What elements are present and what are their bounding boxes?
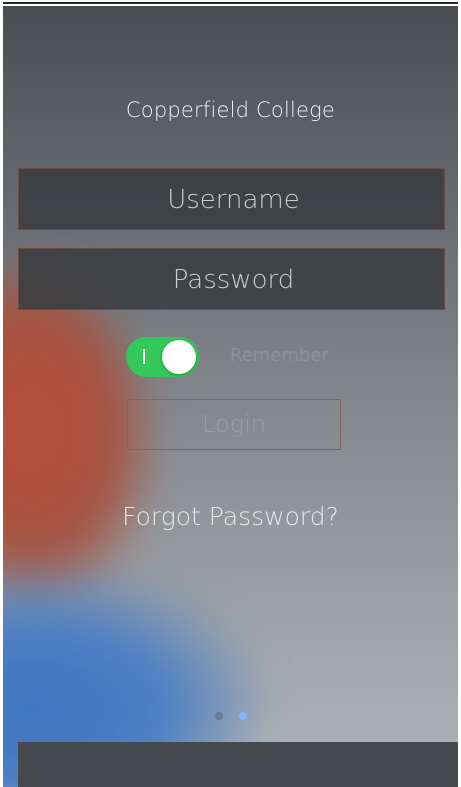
- username-field[interactable]: [18, 168, 448, 231]
- remember-toggle[interactable]: [126, 337, 199, 377]
- password-field[interactable]: [18, 248, 448, 311]
- remember-label: Remember: [230, 345, 329, 366]
- login-screen: Copperfield College Remember Login Forgo…: [3, 6, 458, 787]
- page-dot-1[interactable]: [215, 712, 223, 720]
- page-indicator: [215, 712, 255, 722]
- page-dot-2-active[interactable]: [239, 712, 247, 720]
- toggle-on-mark: [143, 349, 145, 364]
- password-input[interactable]: [19, 249, 448, 311]
- device-frame: Copperfield College Remember Login Forgo…: [0, 0, 461, 787]
- college-title: Copperfield College: [125, 98, 336, 122]
- toggle-knob: [162, 340, 196, 374]
- bottom-bar: [18, 742, 458, 787]
- login-button[interactable]: Login: [127, 399, 341, 450]
- forgot-password-link[interactable]: Forgot Password?: [3, 502, 458, 531]
- background-red-blur: [3, 276, 143, 616]
- username-input[interactable]: [19, 169, 448, 231]
- top-divider: [3, 2, 458, 4]
